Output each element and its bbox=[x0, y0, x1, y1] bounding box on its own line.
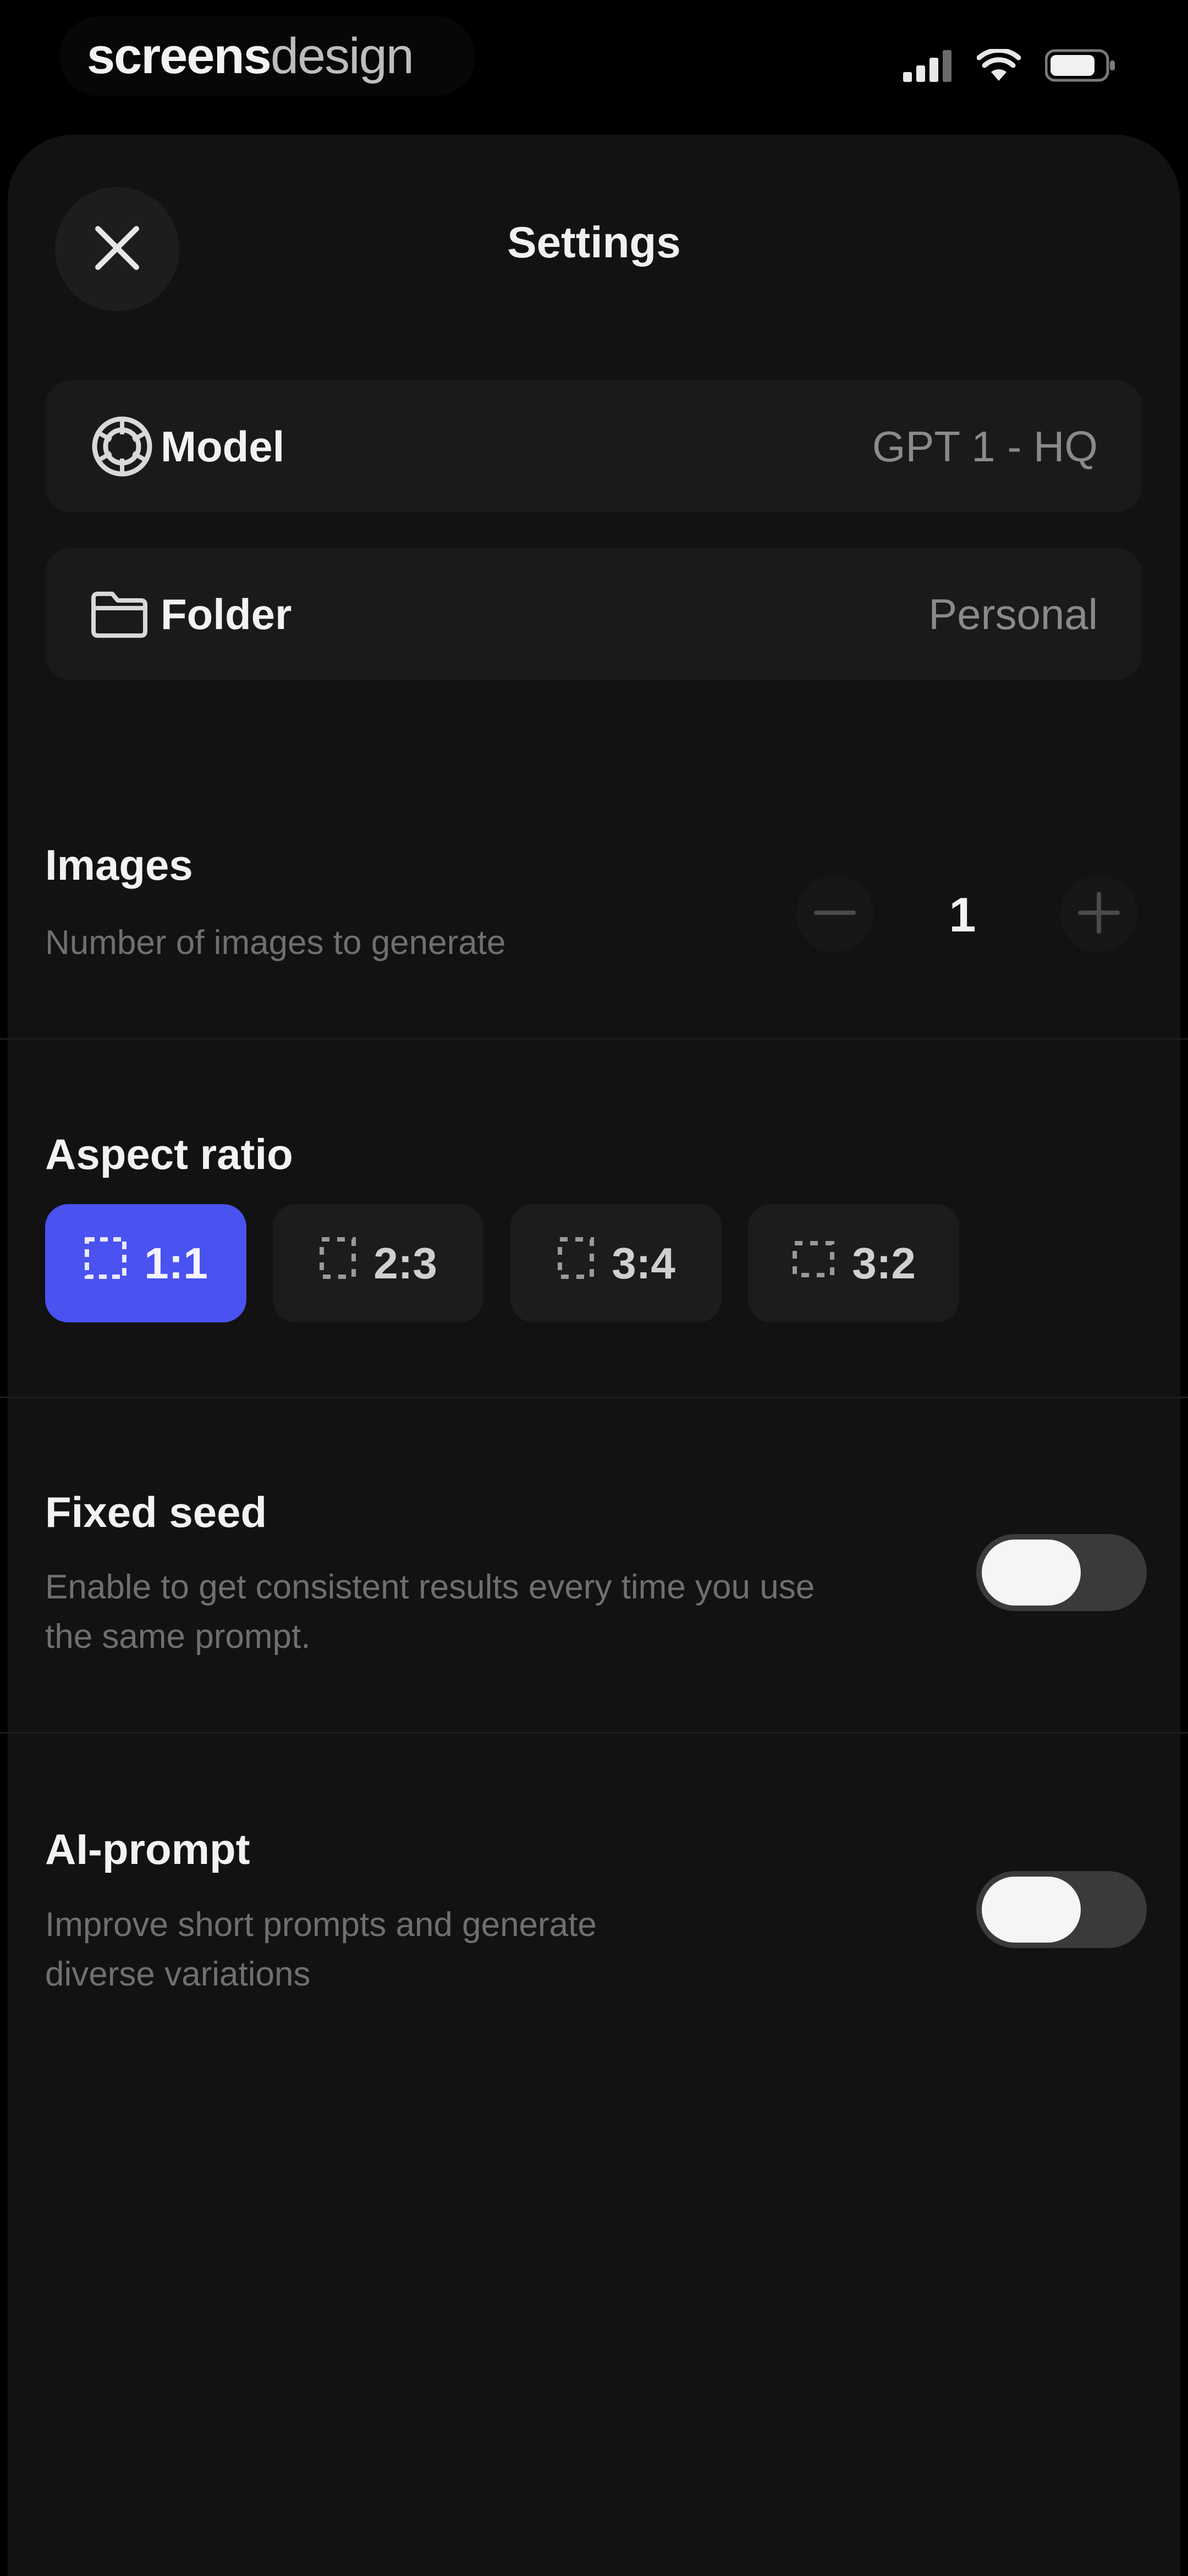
images-description: Number of images to generate bbox=[45, 924, 506, 962]
openai-logo-icon bbox=[89, 413, 161, 479]
ai-prompt-title: AI-prompt bbox=[45, 1825, 250, 1873]
images-title: Images bbox=[45, 841, 193, 889]
fixed-seed-description-line2: the same prompt. bbox=[45, 1618, 311, 1656]
folder-value: Personal bbox=[928, 589, 1098, 638]
folder-row[interactable]: Folder Personal bbox=[45, 548, 1142, 680]
status-icons bbox=[903, 47, 1116, 85]
fixed-seed-title: Fixed seed bbox=[45, 1488, 267, 1536]
brand-watermark: screens design bbox=[59, 16, 475, 96]
fixed-seed-description-line1: Enable to get consistent results every t… bbox=[45, 1568, 815, 1606]
wifi-icon bbox=[976, 47, 1021, 85]
aspect-frame-icon bbox=[84, 1236, 128, 1290]
model-label: Model bbox=[161, 422, 285, 471]
plus-icon bbox=[1077, 891, 1121, 937]
folder-icon bbox=[89, 589, 161, 639]
aspect-ratio-label: 3:4 bbox=[612, 1238, 675, 1288]
divider bbox=[0, 1038, 1188, 1040]
aspect-ratio-3-4-button[interactable]: 3:4 bbox=[510, 1204, 722, 1322]
aspect-frame-icon bbox=[318, 1236, 357, 1290]
aspect-ratio-label: 1:1 bbox=[144, 1238, 208, 1288]
model-row[interactable]: Model GPT 1 - HQ bbox=[45, 380, 1142, 512]
toggle-knob bbox=[982, 1877, 1081, 1943]
battery-icon bbox=[1044, 48, 1116, 85]
folder-label: Folder bbox=[161, 589, 292, 638]
brand-bold-text: screens bbox=[87, 28, 272, 84]
aspect-ratio-title: Aspect ratio bbox=[45, 1130, 293, 1178]
ai-prompt-toggle[interactable] bbox=[976, 1871, 1147, 1948]
images-count: 1 bbox=[949, 887, 976, 942]
brand-light-text: design bbox=[270, 28, 414, 84]
page-title: Settings bbox=[507, 218, 681, 267]
aspect-ratio-2-3-button[interactable]: 2:3 bbox=[273, 1204, 483, 1322]
divider bbox=[0, 1732, 1188, 1734]
aspect-ratio-1-1-button[interactable]: 1:1 bbox=[45, 1204, 246, 1322]
status-bar: screens design bbox=[0, 0, 1188, 126]
aspect-ratio-label: 3:2 bbox=[852, 1238, 916, 1288]
increment-button[interactable] bbox=[1060, 875, 1137, 952]
aspect-ratio-label: 2:3 bbox=[373, 1238, 437, 1288]
decrement-button[interactable] bbox=[796, 875, 873, 952]
minus-icon bbox=[813, 907, 857, 921]
ai-prompt-description-line2: diverse variations bbox=[45, 1955, 311, 1993]
aspect-frame-icon bbox=[557, 1236, 595, 1290]
toggle-knob bbox=[982, 1540, 1081, 1606]
cellular-signal-icon bbox=[903, 49, 953, 85]
ai-prompt-description-line1: Improve short prompts and generate bbox=[45, 1906, 597, 1944]
divider bbox=[0, 1397, 1188, 1398]
model-value: GPT 1 - HQ bbox=[872, 422, 1098, 471]
aspect-ratio-3-2-button[interactable]: 3:2 bbox=[748, 1204, 959, 1322]
aspect-frame-icon bbox=[791, 1238, 835, 1289]
fixed-seed-toggle[interactable] bbox=[976, 1534, 1147, 1611]
